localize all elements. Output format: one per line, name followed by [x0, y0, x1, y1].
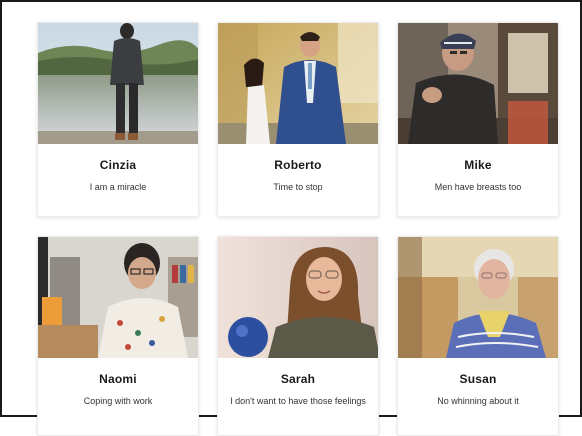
story-name: Cinzia	[99, 158, 137, 172]
story-card-susan[interactable]: Susan No whinning about it	[397, 236, 559, 436]
story-card-naomi[interactable]: Naomi Coping with work	[37, 236, 199, 436]
page-frame: Cinzia I am a miracle Roberto Time to st…	[0, 0, 582, 436]
story-card-mike[interactable]: Mike Men have breasts too	[397, 22, 559, 217]
story-photo-sarah[interactable]	[218, 237, 378, 358]
story-tagline: No whinning about it	[437, 396, 519, 406]
story-photo-naomi[interactable]	[38, 237, 198, 358]
story-name: Roberto	[274, 158, 322, 172]
man-in-bandana-image	[398, 23, 558, 144]
story-photo-mike[interactable]	[398, 23, 558, 144]
older-woman-image	[398, 237, 558, 358]
story-name: Naomi	[99, 372, 137, 386]
story-tagline: Coping with work	[83, 396, 153, 406]
story-name: Susan	[459, 372, 497, 386]
story-photo-roberto[interactable]	[218, 23, 378, 144]
story-card-roberto[interactable]: Roberto Time to stop	[217, 22, 379, 217]
story-card-cinzia[interactable]: Cinzia I am a miracle	[37, 22, 199, 217]
story-tagline: I am a miracle	[89, 182, 147, 192]
story-grid: Cinzia I am a miracle Roberto Time to st…	[37, 22, 559, 436]
story-photo-susan[interactable]	[398, 237, 558, 358]
story-photo-cinzia[interactable]	[38, 23, 198, 144]
story-tagline: I don't want to have those feelings	[230, 396, 366, 406]
couple-photo-image	[218, 23, 378, 144]
story-name: Mike	[464, 158, 492, 172]
story-name: Sarah	[280, 372, 316, 386]
story-tagline: Men have breasts too	[434, 182, 522, 192]
woman-smiling-image	[218, 237, 378, 358]
woman-in-office-image	[38, 237, 198, 358]
story-tagline: Time to stop	[273, 182, 323, 192]
story-card-sarah[interactable]: Sarah I don't want to have those feeling…	[217, 236, 379, 436]
lake-portrait-image	[38, 23, 198, 144]
